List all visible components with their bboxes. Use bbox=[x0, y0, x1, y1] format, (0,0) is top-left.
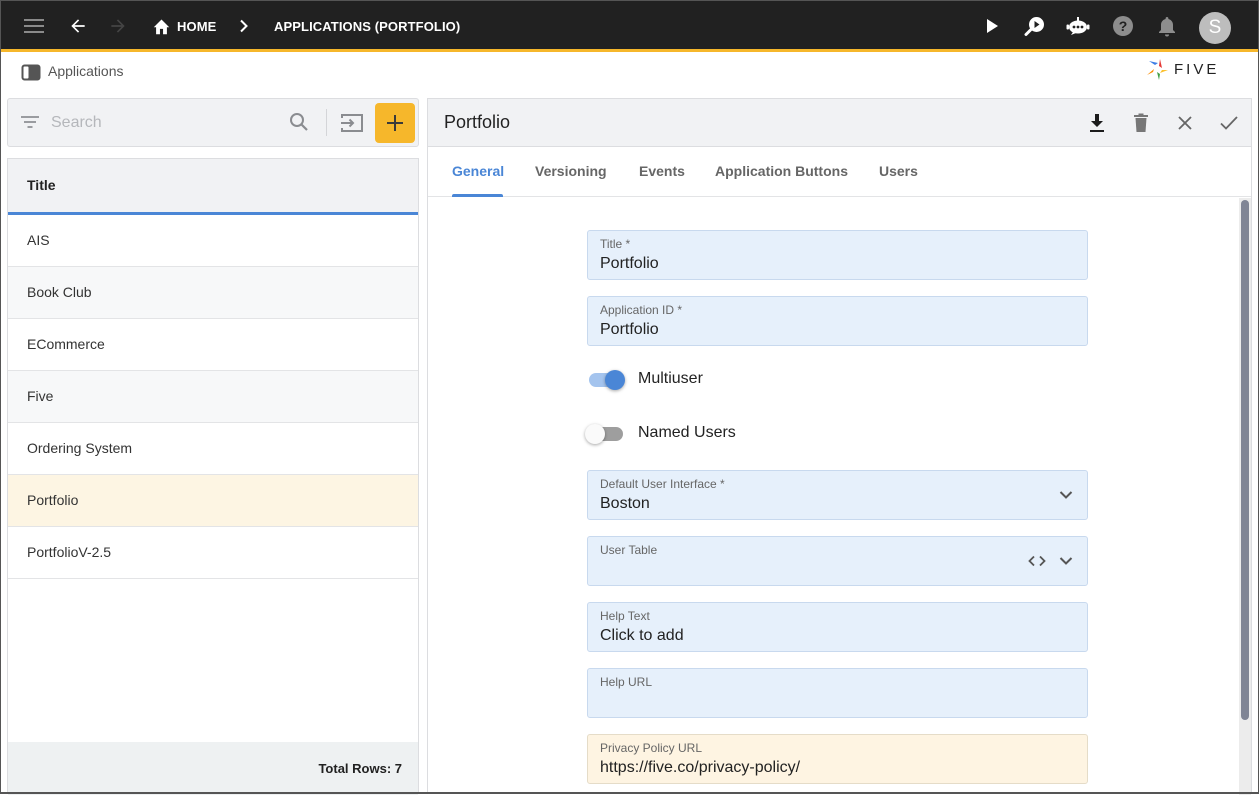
default-ui-value: Boston bbox=[600, 495, 650, 513]
named-users-label: Named Users bbox=[638, 424, 736, 442]
tab-general[interactable]: General bbox=[452, 163, 504, 179]
user-table-label: User Table bbox=[600, 543, 657, 557]
chatbot-icon[interactable] bbox=[1060, 0, 1096, 52]
form-header: Portfolio bbox=[428, 99, 1251, 147]
help-icon[interactable]: ? bbox=[1105, 0, 1141, 52]
top-app-bar: HOME APPLICATIONS (PORTFOLIO) ? S bbox=[0, 0, 1259, 52]
close-icon[interactable] bbox=[1171, 109, 1199, 137]
form-scrollbar-thumb[interactable] bbox=[1241, 200, 1249, 720]
search-play-icon[interactable] bbox=[1017, 0, 1053, 52]
page-subheader: Applications bbox=[0, 55, 1259, 95]
list-row[interactable]: Ordering System bbox=[8, 423, 418, 475]
list-footer: Total Rows: 7 bbox=[8, 742, 418, 795]
list-row[interactable]: Five bbox=[8, 371, 418, 423]
help-text-field[interactable]: Help Text Click to add bbox=[587, 602, 1088, 652]
default-ui-label: Default User Interface * bbox=[600, 477, 725, 491]
help-text-value: Click to add bbox=[600, 627, 684, 645]
row-title: PortfolioV-2.5 bbox=[27, 544, 111, 560]
record-form-panel: Portfolio General Versioning Events Appl… bbox=[427, 98, 1252, 794]
user-avatar[interactable]: S bbox=[1199, 12, 1231, 44]
chevron-down-icon[interactable] bbox=[1056, 551, 1076, 571]
list-row[interactable]: PortfolioV-2.5 bbox=[8, 527, 418, 579]
row-title: Five bbox=[27, 388, 53, 404]
application-id-value: Portfolio bbox=[600, 321, 659, 339]
five-logo: FIVE bbox=[1146, 57, 1219, 81]
privacy-url-label: Privacy Policy URL bbox=[600, 741, 702, 755]
row-title: Book Club bbox=[27, 284, 92, 300]
breadcrumb-applications[interactable]: APPLICATIONS (PORTFOLIO) bbox=[274, 0, 460, 52]
breadcrumb-home-label: HOME bbox=[177, 19, 216, 34]
toolbar-divider bbox=[326, 109, 327, 136]
help-text-label: Help Text bbox=[600, 609, 650, 623]
search-input[interactable] bbox=[51, 111, 271, 135]
five-logo-text: FIVE bbox=[1174, 61, 1219, 78]
tab-users[interactable]: Users bbox=[879, 163, 918, 179]
application-id-label: Application ID * bbox=[600, 303, 682, 317]
list-row[interactable]: AIS bbox=[8, 215, 418, 267]
chevron-down-icon[interactable] bbox=[1056, 485, 1076, 505]
tab-events[interactable]: Events bbox=[639, 163, 685, 179]
list-search-bar bbox=[7, 98, 419, 147]
help-url-label: Help URL bbox=[600, 675, 652, 689]
user-table-select[interactable]: User Table bbox=[587, 536, 1088, 586]
applications-list: Title AIS Book Club ECommerce Five Order… bbox=[7, 158, 419, 794]
plus-icon bbox=[386, 114, 404, 132]
default-user-interface-select[interactable]: Default User Interface * Boston bbox=[587, 470, 1088, 520]
privacy-policy-url-field[interactable]: Privacy Policy URL https://five.co/priva… bbox=[587, 734, 1088, 784]
arrow-right-icon[interactable] bbox=[100, 0, 136, 52]
tab-versioning[interactable]: Versioning bbox=[535, 163, 607, 179]
multiuser-toggle-knob[interactable] bbox=[605, 370, 625, 390]
title-field[interactable]: Title * Portfolio bbox=[587, 230, 1088, 280]
total-rows: Total Rows: 7 bbox=[318, 761, 402, 776]
save-check-icon[interactable] bbox=[1215, 109, 1243, 137]
tab-application-buttons[interactable]: Application Buttons bbox=[715, 163, 848, 179]
home-icon bbox=[152, 18, 171, 35]
add-button[interactable] bbox=[375, 103, 415, 143]
active-tab-indicator bbox=[452, 194, 503, 197]
avatar-initial: S bbox=[1209, 17, 1222, 39]
list-row-selected[interactable]: Portfolio bbox=[8, 475, 418, 527]
breadcrumb-applications-label: APPLICATIONS (PORTFOLIO) bbox=[274, 19, 460, 34]
arrow-left-icon[interactable] bbox=[60, 0, 96, 52]
named-users-toggle-knob[interactable] bbox=[585, 424, 605, 444]
multiuser-label: Multiuser bbox=[638, 370, 703, 388]
application-id-field[interactable]: Application ID * Portfolio bbox=[587, 296, 1088, 346]
help-url-field[interactable]: Help URL bbox=[587, 668, 1088, 718]
row-title: ECommerce bbox=[27, 336, 105, 352]
title-field-value: Portfolio bbox=[600, 255, 659, 273]
privacy-url-value: https://five.co/privacy-policy/ bbox=[600, 759, 800, 777]
title-field-label: Title * bbox=[600, 237, 630, 251]
form-scrollbar[interactable] bbox=[1239, 198, 1251, 795]
hamburger-menu-icon[interactable] bbox=[16, 0, 52, 52]
column-header-label: Title bbox=[27, 177, 56, 193]
row-title: AIS bbox=[27, 232, 50, 248]
breadcrumb-home[interactable]: HOME bbox=[152, 0, 216, 52]
svg-text:?: ? bbox=[1119, 18, 1128, 34]
search-icon[interactable] bbox=[289, 112, 309, 137]
chevron-right-icon bbox=[238, 0, 250, 52]
filter-icon[interactable] bbox=[20, 114, 40, 135]
five-logo-icon bbox=[1146, 57, 1170, 81]
page-title: Applications bbox=[48, 63, 124, 79]
form-tabs: General Versioning Events Application Bu… bbox=[428, 147, 1251, 197]
panel-toggle-icon[interactable] bbox=[21, 64, 41, 86]
form-title: Portfolio bbox=[444, 112, 510, 133]
import-icon[interactable] bbox=[340, 112, 364, 139]
play-icon[interactable] bbox=[974, 0, 1010, 52]
row-title: Ordering System bbox=[27, 440, 132, 456]
row-title: Portfolio bbox=[27, 492, 78, 508]
column-header-title[interactable]: Title bbox=[8, 159, 418, 215]
list-row[interactable]: Book Club bbox=[8, 267, 418, 319]
code-icon[interactable] bbox=[1027, 551, 1047, 571]
download-icon[interactable] bbox=[1083, 109, 1111, 137]
delete-icon[interactable] bbox=[1127, 109, 1155, 137]
bell-icon[interactable] bbox=[1149, 0, 1185, 52]
list-row[interactable]: ECommerce bbox=[8, 319, 418, 371]
